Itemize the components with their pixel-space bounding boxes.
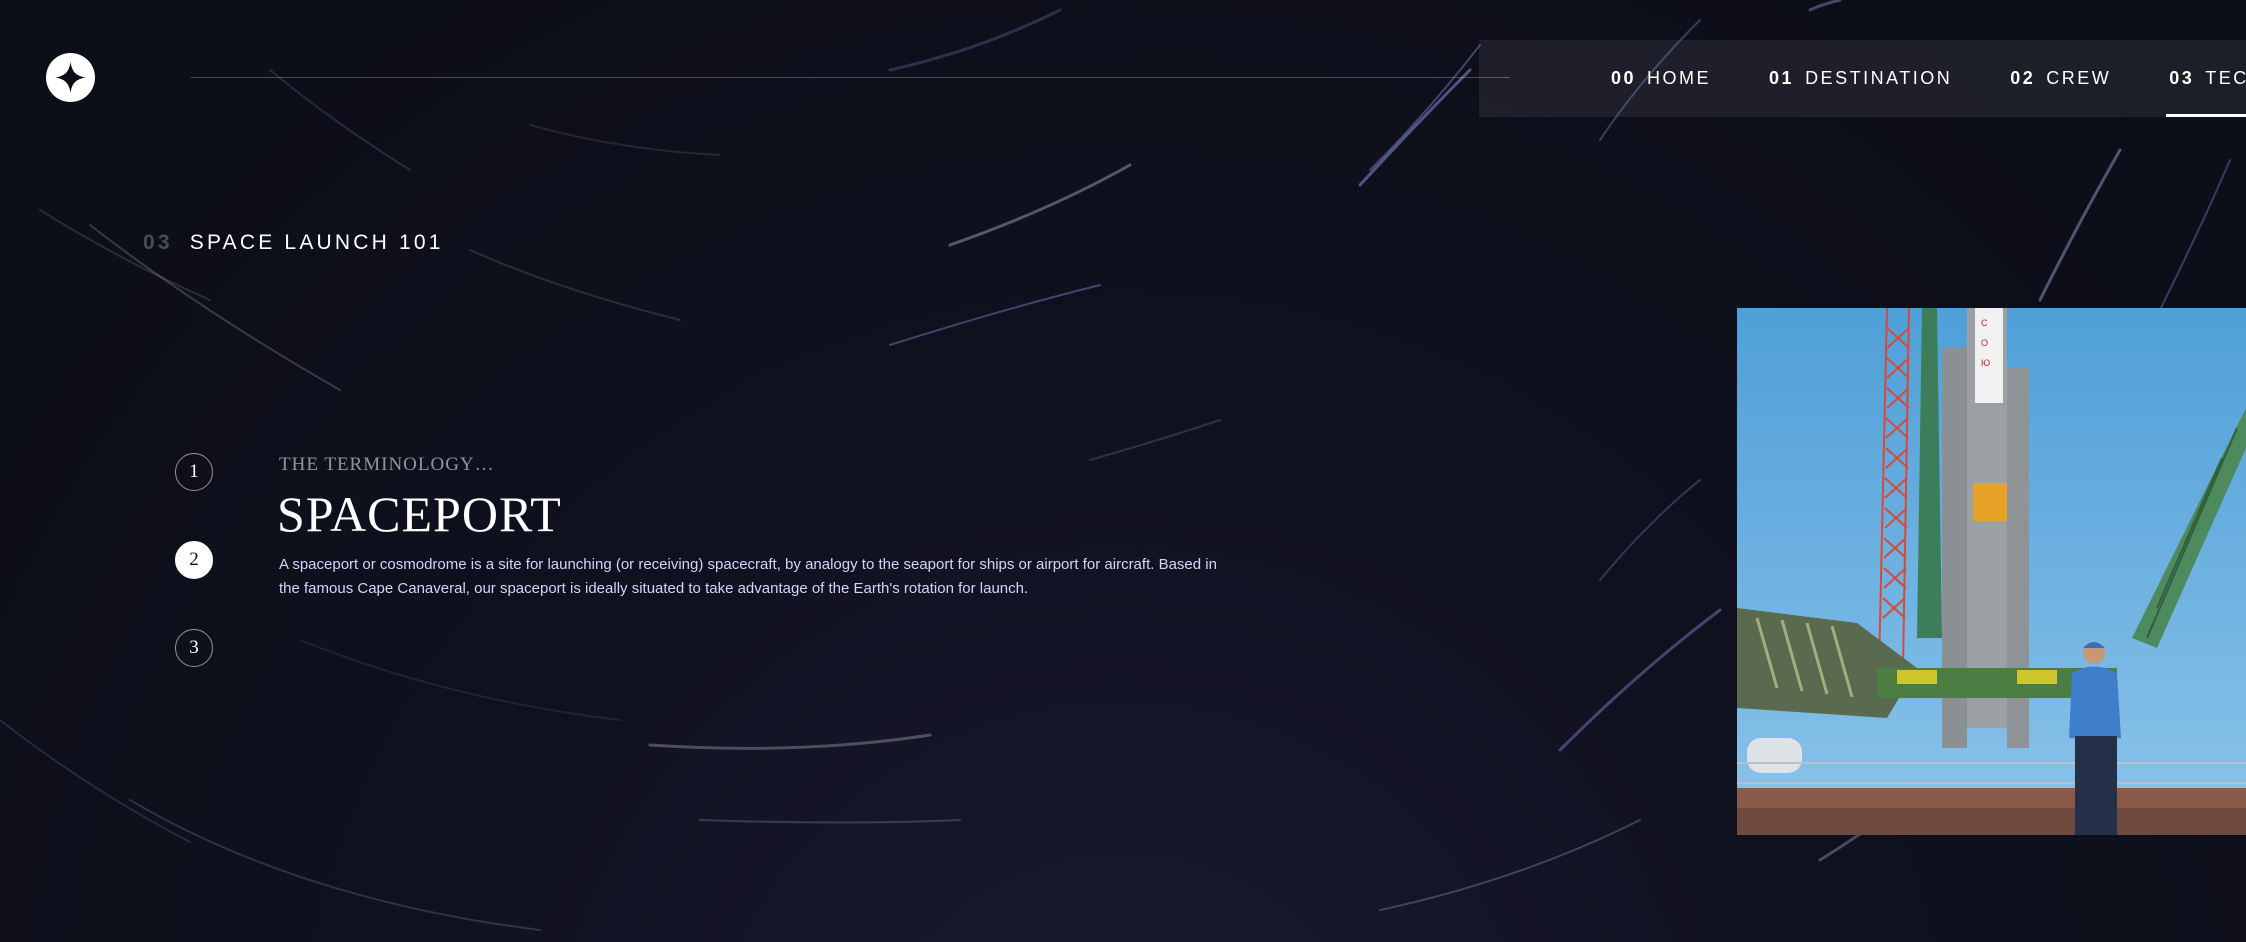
nav-item-label: HOME bbox=[1647, 68, 1712, 88]
technology-title: SPACEPORT bbox=[277, 486, 562, 542]
technology-description: A spaceport or cosmodrome is a site for … bbox=[279, 556, 1217, 597]
nav-item-technology[interactable]: 03 TECHNOLOGY bbox=[2166, 40, 2246, 117]
svg-text:Ю: Ю bbox=[1981, 358, 1990, 368]
svg-text:C: C bbox=[1981, 318, 1988, 328]
nav-item-label: CREW bbox=[2046, 68, 2112, 88]
nav-item-destination[interactable]: 01 DESTINATION bbox=[1769, 40, 1952, 117]
step-label: 3 bbox=[189, 637, 199, 658]
nav-item-crew[interactable]: 02 CREW bbox=[2010, 40, 2111, 117]
nav-item-number: 03 bbox=[2169, 68, 2195, 88]
terminology-eyebrow: THE TERMINOLOGY… bbox=[279, 454, 495, 475]
nav-item-label: DESTINATION bbox=[1805, 68, 1953, 88]
star-logo-icon bbox=[55, 62, 86, 93]
header-divider bbox=[191, 77, 1510, 78]
nav-item-number: 02 bbox=[2010, 68, 2036, 88]
section-title: SPACE LAUNCH 101 bbox=[189, 231, 444, 254]
nav-item-home[interactable]: 00 HOME bbox=[1611, 40, 1711, 117]
step-button-3[interactable]: 3 bbox=[175, 629, 213, 667]
main-nav: 00 HOME 01 DESTINATION 02 CREW 03 TECHNO… bbox=[1479, 40, 2246, 117]
svg-text:O: O bbox=[1981, 338, 1988, 348]
logo[interactable] bbox=[46, 53, 95, 102]
section-number: 03 bbox=[143, 231, 173, 254]
section-heading: 03 SPACE LAUNCH 101 bbox=[143, 231, 444, 255]
nav-item-number: 01 bbox=[1769, 68, 1795, 88]
step-button-2[interactable]: 2 bbox=[175, 541, 213, 579]
step-button-1[interactable]: 1 bbox=[175, 453, 213, 491]
step-label: 1 bbox=[189, 461, 199, 482]
spaceport-image: C O Ю bbox=[1737, 308, 2246, 835]
nav-item-number: 00 bbox=[1611, 68, 1637, 88]
page: 00 HOME 01 DESTINATION 02 CREW 03 TECHNO… bbox=[0, 0, 2246, 942]
step-label: 2 bbox=[189, 549, 199, 570]
nav-item-label: TECHNOLOGY bbox=[2205, 68, 2246, 88]
